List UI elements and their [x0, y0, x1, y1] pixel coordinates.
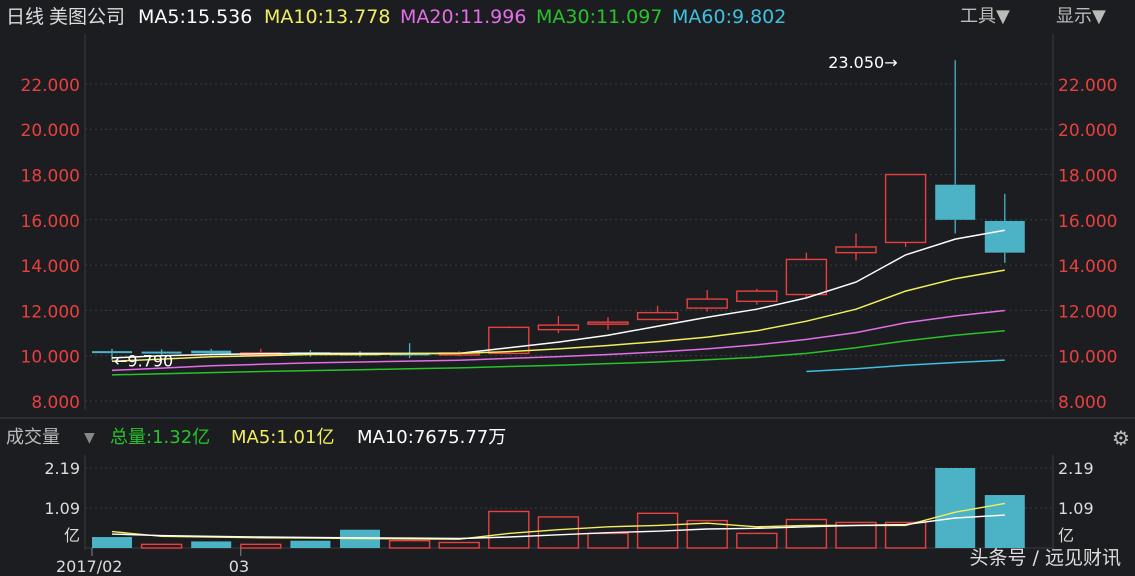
volume-ma10-line: [111, 514, 1005, 540]
price-tick-label-right: 20.000: [1058, 121, 1117, 141]
volume-tick-label-left: 1.09: [44, 499, 80, 518]
volume-tick-label-right: 2.19: [1058, 459, 1094, 478]
candle-body: [935, 184, 976, 220]
candle-body: [191, 350, 232, 354]
volume-bar: [191, 541, 232, 548]
volume-bar: [935, 468, 976, 548]
candle-body: [636, 311, 679, 321]
price-tick-label-right: 22.000: [1058, 76, 1117, 96]
candle-body: [587, 321, 629, 325]
price-tick-label-left: 10.000: [21, 348, 80, 368]
candle-body: [686, 298, 728, 309]
volume-bar: [736, 532, 778, 549]
price-tick-label-left: 14.000: [21, 257, 80, 277]
watermark: 头条号 / 远见财讯: [969, 547, 1121, 569]
price-tick-label-right: 8.000: [1058, 393, 1107, 413]
volume-bar: [140, 543, 183, 549]
candle-body: [835, 246, 877, 254]
volume-bar: [984, 495, 1025, 548]
price-tick-label-right: 18.000: [1058, 167, 1117, 187]
volume-bar: [388, 539, 431, 549]
volume-bar: [92, 537, 132, 548]
low-price-annotation: ←9.790: [114, 351, 173, 370]
candle-body: [884, 173, 927, 244]
volume-unit-left: 亿: [64, 526, 80, 545]
ma-line-ma5: [111, 229, 1005, 359]
price-tick-label-right: 10.000: [1058, 348, 1117, 368]
volume-bar: [438, 541, 480, 549]
price-tick-label-left: 20.000: [21, 121, 80, 141]
volume-bar: [537, 516, 580, 549]
price-tick-label-left: 8.000: [31, 393, 80, 413]
price-tick-label-left: 22.000: [21, 76, 80, 96]
volume-tick-label-left: 2.19: [44, 459, 80, 478]
ma-line-ma60: [806, 359, 1005, 373]
candle-body: [736, 290, 778, 303]
price-tick-label-left: 16.000: [21, 212, 80, 232]
volume-bar: [884, 521, 927, 549]
candle-body: [984, 220, 1025, 253]
volume-bar: [488, 510, 530, 549]
volume-bar: [785, 518, 828, 549]
volume-ma5-line: [111, 502, 1005, 540]
price-tick-label-right: 16.000: [1058, 212, 1117, 232]
volume-bar: [290, 540, 331, 548]
price-tick-label-left: 18.000: [21, 167, 80, 187]
volume-bar: [587, 532, 629, 549]
high-price-annotation: 23.050→: [828, 53, 897, 72]
candle-body: [537, 324, 580, 331]
price-tick-label-right: 14.000: [1058, 257, 1117, 277]
stock-chart: 22.000 22.000 20.000 20.000 18.000 18.000 16.0…: [0, 34, 1135, 576]
price-tick-label-left: 12.000: [21, 302, 80, 322]
volume-bar: [240, 543, 282, 549]
x-tick-label: 03: [229, 557, 249, 576]
ma-line-ma10: [111, 269, 1005, 363]
volume-tick-label-right: 1.09: [1058, 499, 1094, 518]
x-tick-label: 2017/02: [56, 557, 122, 576]
price-tick-label-right: 12.000: [1058, 302, 1117, 322]
